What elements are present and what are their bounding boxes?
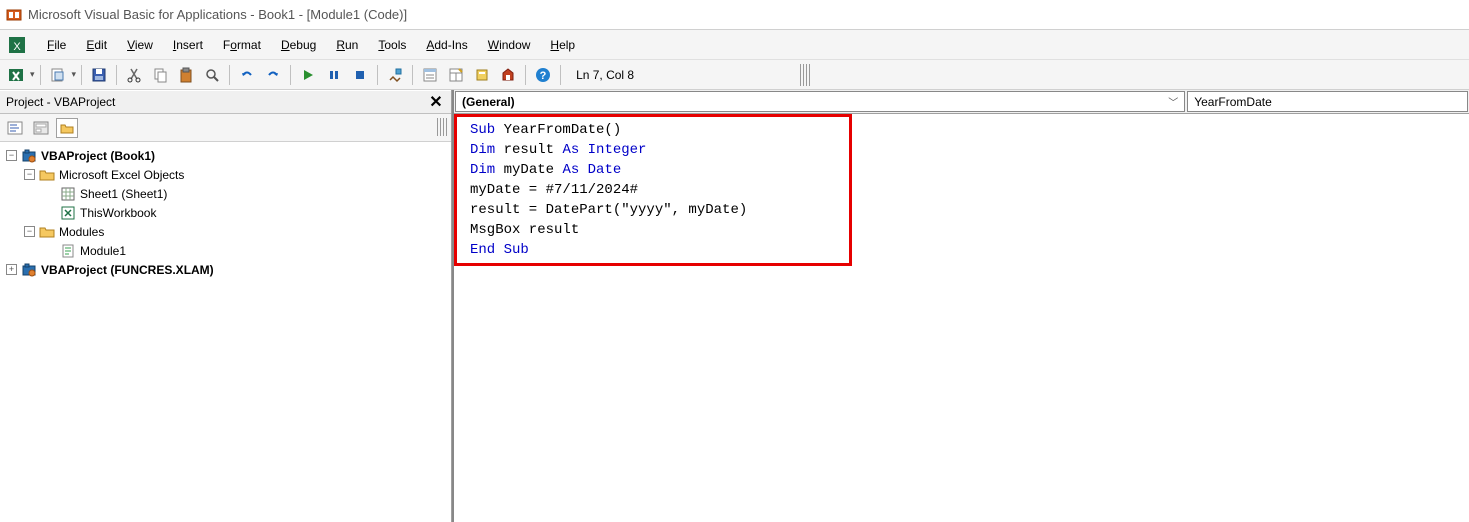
properties-icon[interactable] — [444, 64, 468, 86]
object-browser-icon[interactable] — [470, 64, 494, 86]
svg-text:X: X — [13, 41, 21, 53]
tree-label: VBAProject (Book1) — [41, 149, 155, 163]
procedure-dropdown[interactable]: YearFromDate — [1187, 91, 1468, 112]
titlebar: Microsoft Visual Basic for Applications … — [0, 0, 1469, 30]
toolbar: ▾ ▾ — [0, 60, 1469, 90]
separator — [229, 65, 230, 85]
tree-node-module1[interactable]: Module1 — [2, 241, 449, 260]
menu-view[interactable]: View — [118, 34, 162, 56]
tree-label: Module1 — [80, 244, 126, 258]
separator — [525, 65, 526, 85]
view-excel-icon[interactable] — [4, 64, 28, 86]
menu-addins[interactable]: Add-Ins — [417, 34, 476, 56]
tree-label: Microsoft Excel Objects — [59, 168, 184, 182]
project-panel-toolbar — [0, 114, 451, 142]
project-panel: Project - VBAProject ✕ − VBAProject (Boo… — [0, 90, 452, 522]
tree-label: ThisWorkbook — [80, 206, 156, 220]
project-explorer-icon[interactable] — [418, 64, 442, 86]
tree-node-modules[interactable]: − Modules — [2, 222, 449, 241]
project-tree[interactable]: − VBAProject (Book1) − Microsoft Excel O… — [0, 142, 451, 522]
separator — [116, 65, 117, 85]
menu-help[interactable]: Help — [541, 34, 584, 56]
collapse-icon[interactable]: − — [24, 226, 35, 237]
tree-label: Modules — [59, 225, 104, 239]
workbook-icon — [60, 205, 76, 221]
tree-node-vbaproject-book1[interactable]: − VBAProject (Book1) — [2, 146, 449, 165]
module-icon — [60, 243, 76, 259]
separator — [560, 65, 561, 85]
code-text[interactable]: Sub YearFromDate() Dim result As Integer… — [470, 120, 1459, 260]
code-editor[interactable]: Sub YearFromDate() Dim result As Integer… — [454, 114, 1469, 522]
cut-icon[interactable] — [122, 64, 146, 86]
main-area: Project - VBAProject ✕ − VBAProject (Boo… — [0, 90, 1469, 522]
expand-icon[interactable]: + — [6, 264, 17, 275]
object-dropdown-value: (General) — [462, 95, 515, 109]
collapse-icon[interactable]: − — [24, 169, 35, 180]
run-icon[interactable] — [296, 64, 320, 86]
folder-icon — [39, 224, 55, 240]
svg-text:?: ? — [540, 70, 547, 82]
titlebar-text: Microsoft Visual Basic for Applications … — [28, 7, 407, 22]
separator — [290, 65, 291, 85]
worksheet-icon — [60, 186, 76, 202]
excel-app-icon: X — [6, 34, 28, 56]
procedure-dropdown-value: YearFromDate — [1194, 95, 1272, 109]
menu-debug[interactable]: Debug — [272, 34, 325, 56]
vba-app-icon — [6, 7, 22, 23]
menu-insert[interactable]: Insert — [164, 34, 212, 56]
collapse-icon[interactable]: − — [6, 150, 17, 161]
view-object-icon[interactable] — [30, 118, 52, 138]
menu-file[interactable]: File — [38, 34, 75, 56]
vbaproject-icon — [21, 262, 37, 278]
menubar: X File Edit View Insert Format Debug Run… — [0, 30, 1469, 60]
break-icon[interactable] — [322, 64, 346, 86]
menu-window[interactable]: Window — [479, 34, 540, 56]
toolbox-icon[interactable] — [496, 64, 520, 86]
tree-node-excel-objects[interactable]: − Microsoft Excel Objects — [2, 165, 449, 184]
tree-label: Sheet1 (Sheet1) — [80, 187, 167, 201]
undo-icon[interactable] — [235, 64, 259, 86]
toolbar-grip[interactable] — [800, 64, 810, 86]
tree-node-thisworkbook[interactable]: ThisWorkbook — [2, 203, 449, 222]
folder-icon — [39, 167, 55, 183]
close-icon[interactable]: ✕ — [427, 93, 445, 111]
chevron-down-icon: ﹀ — [1168, 94, 1178, 109]
separator — [40, 65, 41, 85]
help-icon[interactable]: ? — [531, 64, 555, 86]
separator — [412, 65, 413, 85]
menu-tools[interactable]: Tools — [369, 34, 415, 56]
reset-icon[interactable] — [348, 64, 372, 86]
copy-icon[interactable] — [148, 64, 172, 86]
cursor-position: Ln 7, Col 8 — [566, 68, 796, 82]
project-panel-header: Project - VBAProject ✕ — [0, 90, 451, 114]
separator — [377, 65, 378, 85]
code-object-proc-bar: (General) ﹀ YearFromDate — [454, 90, 1469, 114]
save-icon[interactable] — [87, 64, 111, 86]
vbaproject-icon — [21, 148, 37, 164]
menu-run[interactable]: Run — [327, 34, 367, 56]
tree-node-sheet1[interactable]: Sheet1 (Sheet1) — [2, 184, 449, 203]
menu-format[interactable]: Format — [214, 34, 270, 56]
project-panel-title: Project - VBAProject — [6, 95, 115, 109]
toggle-folders-icon[interactable] — [56, 118, 78, 138]
design-mode-icon[interactable] — [383, 64, 407, 86]
find-icon[interactable] — [200, 64, 224, 86]
paste-icon[interactable] — [174, 64, 198, 86]
tree-label: VBAProject (FUNCRES.XLAM) — [41, 263, 214, 277]
separator — [81, 65, 82, 85]
insert-module-icon[interactable] — [46, 64, 70, 86]
code-area: (General) ﹀ YearFromDate Sub YearFromDat… — [452, 90, 1469, 522]
view-code-icon[interactable] — [4, 118, 26, 138]
menu-edit[interactable]: Edit — [77, 34, 116, 56]
panel-grip[interactable] — [437, 118, 447, 136]
object-dropdown[interactable]: (General) ﹀ — [455, 91, 1185, 112]
redo-icon[interactable] — [261, 64, 285, 86]
tree-node-vbaproject-funcres[interactable]: + VBAProject (FUNCRES.XLAM) — [2, 260, 449, 279]
